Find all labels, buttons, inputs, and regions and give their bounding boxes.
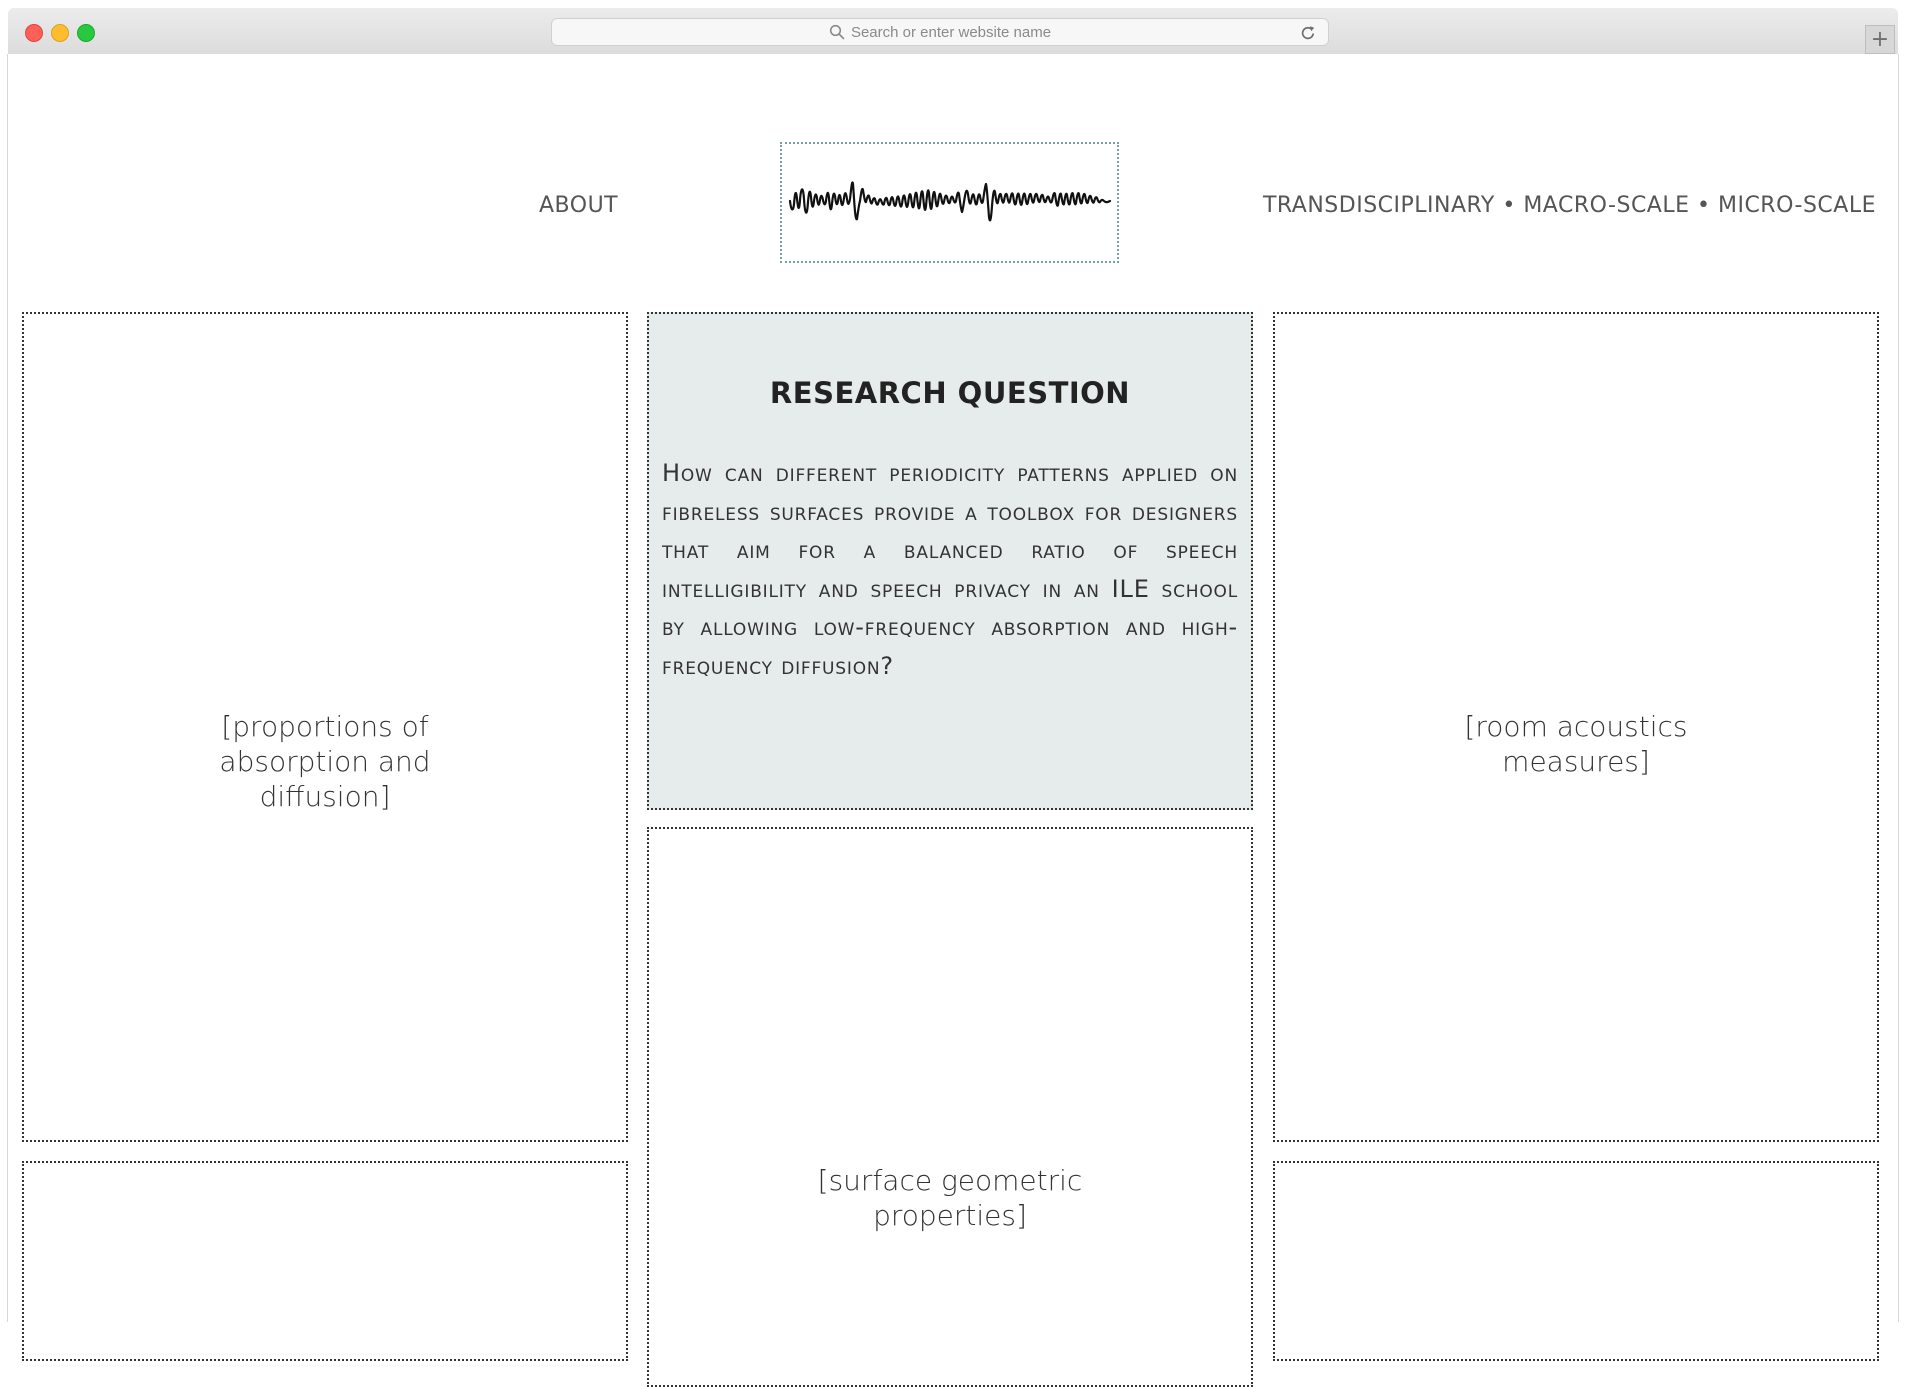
card-proportions-label: [proportions of absorption and diffusion… xyxy=(219,710,431,813)
card-research-question: RESEARCH QUESTION How can different peri… xyxy=(647,312,1253,810)
nav-scales-link[interactable]: TRANSDISCIPLINARY • MACRO-SCALE • MICRO-… xyxy=(1263,193,1876,218)
card-left-bottom[interactable] xyxy=(22,1161,628,1361)
new-tab-label: + xyxy=(1870,26,1890,52)
card-room-acoustics[interactable]: [room acoustics measures] xyxy=(1273,312,1879,1142)
logo[interactable] xyxy=(780,142,1119,263)
zoom-window-button[interactable] xyxy=(77,24,95,42)
card-surface-geometry[interactable]: [surface geometric properties] xyxy=(647,827,1253,1387)
address-placeholder: Search or enter website name xyxy=(850,23,1052,41)
browser-toolbar: Search or enter website name + xyxy=(8,8,1898,55)
research-question-text: How can different periodicity patterns a… xyxy=(662,459,1238,680)
research-question-heading: RESEARCH QUESTION xyxy=(769,376,1131,410)
waveform-logo xyxy=(788,181,1112,222)
nav-about-link[interactable]: ABOUT xyxy=(539,193,618,218)
card-surface-geometry-label: [surface geometric properties] xyxy=(817,1164,1083,1232)
reload-icon[interactable] xyxy=(1298,23,1318,43)
minimize-window-button[interactable] xyxy=(51,24,69,42)
address-bar[interactable]: Search or enter website name xyxy=(551,18,1329,46)
search-icon xyxy=(829,24,845,40)
card-proportions[interactable]: [proportions of absorption and diffusion… xyxy=(22,312,628,1142)
new-tab-button[interactable]: + xyxy=(1865,25,1895,54)
close-window-button[interactable] xyxy=(25,24,43,42)
card-room-acoustics-label: [room acoustics measures] xyxy=(1464,710,1688,778)
card-right-bottom[interactable] xyxy=(1273,1161,1879,1361)
